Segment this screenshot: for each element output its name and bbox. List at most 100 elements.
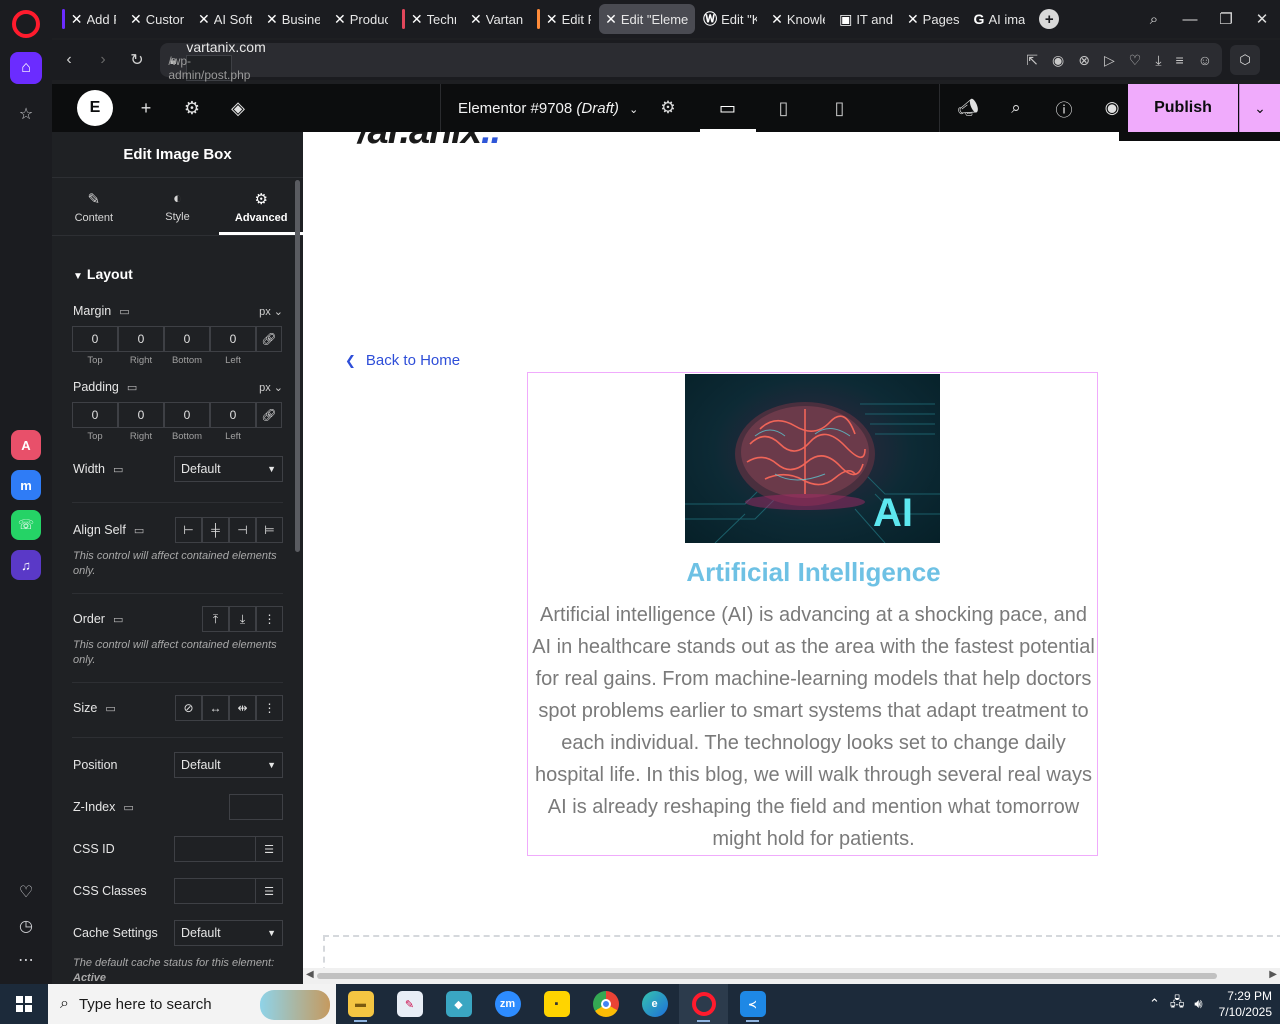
dynamic-tags-icon[interactable]: ☰ — [256, 836, 283, 862]
clock[interactable]: 7:29 PM 7/10/2025 — [1219, 988, 1272, 1020]
download-icon[interactable]: ⤓ — [1155, 52, 1161, 69]
browser-tab[interactable]: ✕ Pages — [901, 4, 966, 34]
css-id-input[interactable] — [174, 836, 256, 862]
margin-left-input[interactable]: 0 — [210, 326, 256, 352]
forward-icon[interactable]: › — [86, 51, 120, 69]
site-logo[interactable]: /ar.anix.. — [358, 132, 501, 153]
browser-tab[interactable]: ✕Techno — [396, 4, 462, 34]
tab-content[interactable]: ✎ Content — [52, 178, 136, 235]
padding-unit-select[interactable]: px ⌄ — [259, 381, 283, 394]
browser-tab[interactable]: ✕Add Po — [56, 4, 122, 34]
desktop-icon[interactable]: ▭ — [113, 463, 123, 476]
desktop-icon[interactable]: ▭ — [123, 801, 133, 814]
browser-tab[interactable]: ✕Edit Po — [531, 4, 597, 34]
margin-right-input[interactable]: 0 — [118, 326, 164, 352]
back-to-home-link[interactable]: ❮ Back to Home — [345, 352, 460, 369]
size-custom-icon[interactable]: ⋮ — [256, 695, 283, 721]
align-start-icon[interactable]: ⊢ — [175, 517, 202, 543]
profile-icon[interactable]: ☺ — [1198, 52, 1212, 69]
browser-tab[interactable]: ✕ Edit "Elemen — [599, 4, 696, 34]
browser-tab[interactable]: ✕ AI Soft — [192, 4, 258, 34]
desktop-icon[interactable]: ▭ — [119, 305, 129, 318]
favorite-icon[interactable]: ♡ — [1129, 52, 1142, 69]
music-player-icon[interactable]: ♫ — [11, 550, 41, 580]
desktop-view-icon[interactable]: ▭ — [699, 84, 756, 132]
tool-app-icon[interactable]: ◆ — [434, 984, 483, 1024]
network-icon[interactable]: 🖧︎ — [1170, 993, 1185, 1015]
size-shrink-icon[interactable]: ⇹ — [229, 695, 256, 721]
browser-tab[interactable]: ✕ Vartan — [464, 4, 529, 34]
padding-top-input[interactable]: 0 — [72, 402, 118, 428]
messenger-icon[interactable]: m — [11, 470, 41, 500]
image-box-title[interactable]: Artificial Intelligence — [528, 557, 1099, 588]
restore-button[interactable]: ❐ — [1208, 10, 1244, 28]
mobile-view-icon[interactable]: ▯ — [812, 84, 868, 132]
vscode-icon[interactable]: ≺ — [728, 984, 777, 1024]
adblock-icon[interactable]: ⊗ — [1078, 52, 1090, 69]
image-box-widget[interactable]: AI Artificial Intelligence Artificial in… — [527, 372, 1098, 856]
css-classes-input[interactable] — [174, 878, 256, 904]
browser-tab[interactable]: ✕Custom — [124, 4, 190, 34]
home-icon[interactable]: ⌂ — [10, 52, 42, 84]
width-select[interactable]: Default ▼ — [174, 456, 283, 482]
edge-icon[interactable]: e — [630, 984, 679, 1024]
back-icon[interactable]: ‹ — [52, 51, 86, 69]
aria-app-icon[interactable]: A — [11, 430, 41, 460]
document-title[interactable]: Elementor #9708 (Draft) ⌄ — [458, 100, 638, 117]
scroll-right-icon[interactable]: ▶ — [1269, 969, 1277, 980]
tab-advanced[interactable]: ⚙︎ Advanced — [219, 178, 303, 235]
tablet-view-icon[interactable]: ▯ — [756, 84, 812, 132]
align-end-icon[interactable]: ⊣ — [229, 517, 256, 543]
structure-icon[interactable]: ◈ — [215, 98, 261, 119]
extensions-icon[interactable]: ⬡ — [1230, 45, 1260, 75]
size-none-icon[interactable]: ⊘ — [175, 695, 202, 721]
share-icon[interactable]: ⇱ — [1026, 52, 1038, 69]
padding-left-input[interactable]: 0 — [210, 402, 256, 428]
browser-tab[interactable]: Ⓦ Edit "K — [697, 4, 763, 34]
url-field[interactable]: 🔒︎ vartanix.com/wp-admin/post.php ⇱ ◉ ⊗ … — [160, 39, 1222, 82]
send-icon[interactable]: ▷ — [1104, 52, 1115, 69]
chrome-icon[interactable] — [581, 984, 630, 1024]
browser-tab[interactable]: ✕Knowle — [765, 4, 831, 34]
panel-scrollbar[interactable] — [295, 180, 300, 552]
volume-icon[interactable]: 🔊︎ — [1194, 996, 1202, 1012]
dynamic-tags-icon[interactable]: ☰ — [256, 878, 283, 904]
margin-unit-select[interactable]: px ⌄ — [259, 305, 283, 318]
reload-icon[interactable]: ↻ — [120, 50, 154, 70]
browser-tab[interactable]: G AI ima — [968, 4, 1032, 34]
close-button[interactable]: ✕ — [1244, 10, 1280, 28]
start-button[interactable] — [0, 984, 48, 1024]
new-tab-button[interactable]: + — [1039, 9, 1060, 29]
link-values-icon[interactable]: 🔗︎ — [256, 326, 282, 352]
tab-style[interactable]: ◐ Style — [136, 178, 220, 235]
tray-chevron-icon[interactable]: ⌃ — [1149, 996, 1160, 1012]
browser-tab[interactable]: ✕ Produc — [328, 4, 394, 34]
publish-button[interactable]: Publish — [1128, 84, 1238, 132]
order-start-icon[interactable]: ⤒ — [202, 606, 229, 632]
desktop-icon[interactable]: ▭ — [127, 381, 137, 394]
link-values-icon[interactable]: 🔗︎ — [256, 402, 282, 428]
easy-setup-icon[interactable]: ≡ — [1176, 52, 1184, 69]
desktop-icon[interactable]: ▭ — [105, 702, 115, 715]
elementor-logo-icon[interactable]: E — [77, 90, 113, 126]
page-settings-icon[interactable]: ⚙︎ — [660, 98, 675, 118]
desktop-icon[interactable]: ▭ — [134, 524, 144, 537]
align-center-icon[interactable]: ╪ — [202, 517, 229, 543]
whatsapp-icon[interactable]: ☏ — [11, 510, 41, 540]
padding-bottom-input[interactable]: 0 — [164, 402, 210, 428]
paint-app-icon[interactable]: ✎ — [385, 984, 434, 1024]
horizontal-scrollbar[interactable]: ◀ ▶ — [303, 968, 1280, 984]
scroll-left-icon[interactable]: ◀ — [306, 969, 314, 980]
more-icon[interactable]: ⋯ — [18, 950, 34, 970]
sticky-notes-icon[interactable]: ▪ — [532, 984, 581, 1024]
scroll-thumb[interactable] — [317, 973, 1217, 979]
publish-options-icon[interactable]: ⌄ — [1239, 84, 1280, 132]
browser-tab[interactable]: ✕ Busine — [260, 4, 326, 34]
ai-brain-image[interactable]: AI — [685, 374, 940, 543]
add-element-icon[interactable]: + — [123, 98, 169, 119]
margin-bottom-input[interactable]: 0 — [164, 326, 210, 352]
history-icon[interactable]: ◷ — [19, 916, 33, 936]
image-box-description[interactable]: Artificial intelligence (AI) is advancin… — [530, 599, 1097, 855]
file-explorer-icon[interactable]: ▬ — [336, 984, 385, 1024]
star-icon[interactable]: ☆ — [10, 98, 42, 130]
